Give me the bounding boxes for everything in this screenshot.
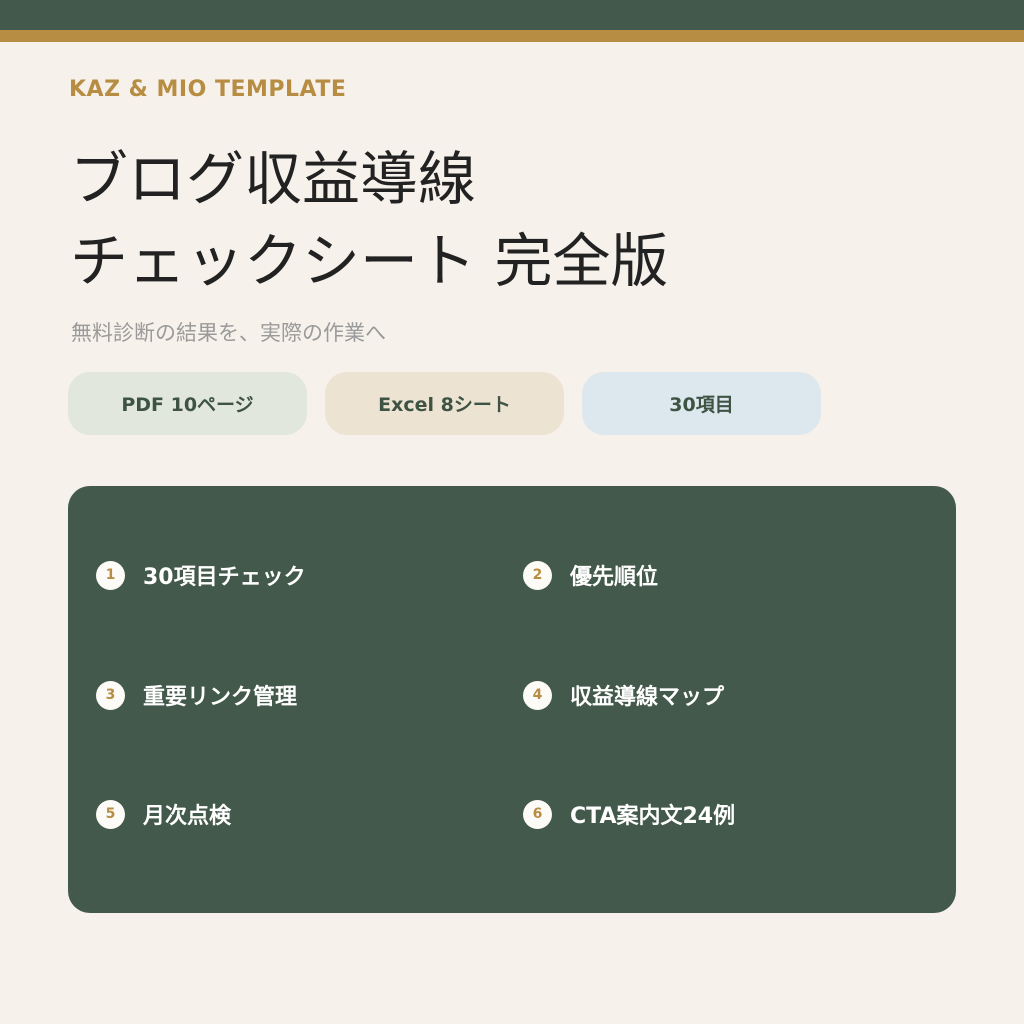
brand-label: KAZ & MIO TEMPLATE [69, 77, 347, 102]
feature-number-badge: 4 [523, 680, 552, 710]
top-bar [0, 0, 1024, 30]
feature-item: 2 優先順位 [523, 560, 658, 590]
feature-item: 3 重要リンク管理 [96, 680, 297, 710]
feature-number-badge: 1 [96, 560, 125, 590]
feature-number-badge: 6 [523, 799, 552, 829]
title-line-1: ブログ収益導線 [70, 145, 477, 213]
features-panel: 1 30項目チェック 2 優先順位 3 重要リンク管理 4 収益導線マップ 5 … [68, 486, 956, 913]
title-line-2: チェックシート 完全版 [70, 227, 669, 295]
chip-pdf: PDF 10ページ [68, 372, 307, 435]
subtitle: 無料診断の結果を、実際の作業へ [71, 321, 386, 345]
feature-number-badge: 5 [96, 799, 125, 829]
chip-items: 30項目 [582, 372, 821, 435]
feature-item: 6 CTA案内文24例 [523, 799, 735, 829]
feature-label: 30項目チェック [143, 565, 306, 590]
feature-item: 4 収益導線マップ [523, 680, 724, 710]
spec-chips: PDF 10ページ Excel 8シート 30項目 [68, 372, 821, 435]
chip-excel: Excel 8シート [325, 372, 564, 435]
feature-label: 月次点検 [143, 804, 232, 829]
accent-stripe [0, 30, 1024, 42]
feature-number-badge: 2 [523, 560, 552, 590]
feature-label: 収益導線マップ [570, 685, 725, 710]
page-title: ブログ収益導線 チェックシート 完全版 [70, 138, 668, 302]
feature-label: 重要リンク管理 [143, 685, 298, 710]
feature-number-badge: 3 [96, 680, 125, 710]
feature-label: 優先順位 [570, 565, 659, 590]
feature-item: 1 30項目チェック [96, 560, 306, 590]
feature-item: 5 月次点検 [96, 799, 231, 829]
feature-label: CTA案内文24例 [570, 804, 736, 829]
